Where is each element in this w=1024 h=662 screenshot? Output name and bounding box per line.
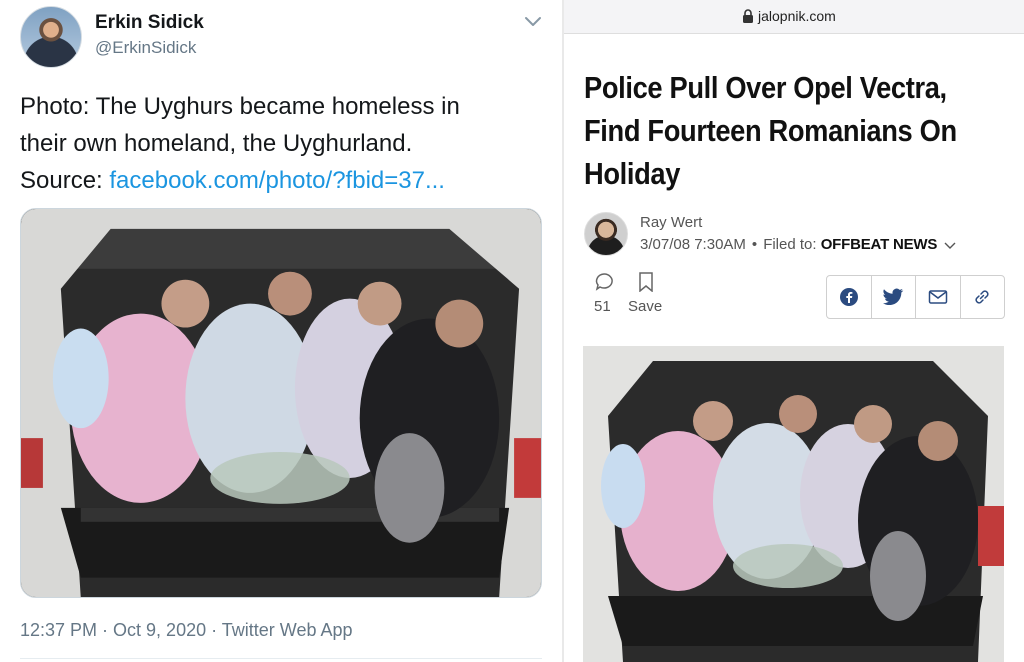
article-headline: Police Pull Over Opel Vectra, Find Fourt…: [584, 70, 957, 191]
tweet-author-handle[interactable]: @ErkinSidick: [95, 38, 196, 58]
browser-url-bar[interactable]: jalopnik.com: [564, 0, 1024, 34]
share-twitter-button[interactable]: [872, 276, 916, 318]
share-email-button[interactable]: [916, 276, 961, 318]
chevron-down-icon[interactable]: [520, 10, 546, 32]
article-author-avatar[interactable]: [584, 212, 628, 256]
meta-separator: •: [751, 236, 758, 253]
comment-count[interactable]: 51: [594, 298, 611, 315]
article-photo[interactable]: [583, 346, 1004, 662]
car-trunk-photo: [21, 209, 541, 597]
chevron-down-icon[interactable]: [943, 240, 957, 250]
article-author[interactable]: Ray Wert: [640, 214, 702, 231]
article-date: 3/07/08 7:30AM: [640, 236, 746, 253]
tweet-source-line: Source: facebook.com/photo/?fbid=37...: [20, 162, 550, 199]
tweet-timestamp[interactable]: 12:37 PM · Oct 9, 2020 · Twitter Web App: [20, 620, 353, 641]
car-trunk-photo: [583, 346, 1004, 662]
lock-icon: [743, 9, 753, 23]
filed-label: Filed to:: [763, 236, 821, 253]
bookmark-icon[interactable]: [638, 272, 654, 292]
tweet-text-line: Photo: The Uyghurs became homeless in: [20, 93, 460, 120]
tweet-source-prefix: Source:: [20, 167, 110, 194]
twitter-icon: [883, 288, 904, 306]
tweet-author-avatar[interactable]: [20, 6, 82, 68]
share-buttons: [826, 275, 1005, 319]
link-icon: [975, 290, 989, 304]
article-meta: 3/07/08 7:30AM • Filed to: OFFBEAT NEWS: [640, 236, 957, 253]
filed-category-link[interactable]: OFFBEAT NEWS: [821, 236, 938, 253]
tweet-photo[interactable]: [20, 208, 542, 598]
tweet-text-line: their own homeland, the Uyghurland.: [20, 130, 413, 157]
email-icon: [928, 290, 947, 304]
save-button[interactable]: Save: [628, 298, 662, 315]
share-link-button[interactable]: [961, 276, 1005, 318]
share-facebook-button[interactable]: [827, 276, 872, 318]
comment-icon[interactable]: [594, 272, 614, 292]
url-text[interactable]: jalopnik.com: [758, 8, 836, 24]
tweet-card: Erkin Sidick @ErkinSidick Photo: The Uyg…: [0, 0, 562, 662]
tweet-text: Photo: The Uyghurs became homeless in th…: [20, 88, 550, 199]
divider: [20, 658, 542, 659]
article-page: jalopnik.com Police Pull Over Opel Vectr…: [564, 0, 1024, 662]
facebook-icon: [839, 288, 858, 306]
tweet-source-link[interactable]: facebook.com/photo/?fbid=37...: [109, 167, 445, 194]
tweet-author-name[interactable]: Erkin Sidick: [95, 12, 204, 34]
